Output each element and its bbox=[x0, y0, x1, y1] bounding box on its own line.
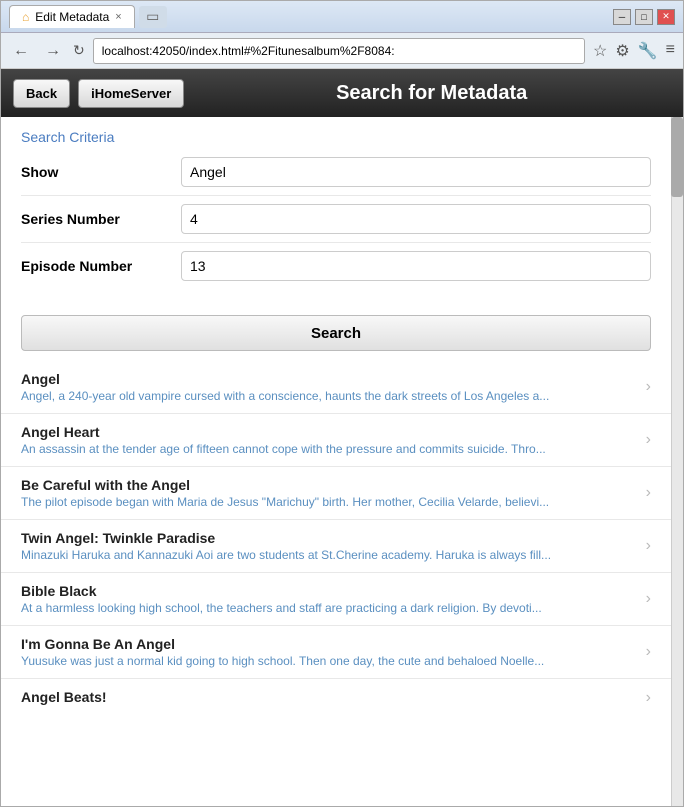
content-area: Search Criteria Show Series Number Episo… bbox=[1, 117, 683, 806]
scrollbar-track bbox=[671, 117, 683, 806]
results-list: Angel Angel, a 240-year old vampire curs… bbox=[1, 361, 671, 717]
result-description: At a harmless looking high school, the t… bbox=[21, 601, 638, 615]
new-tab-icon: ▭ bbox=[146, 8, 159, 25]
result-description: Yuusuke was just a normal kid going to h… bbox=[21, 654, 638, 668]
show-input[interactable] bbox=[181, 157, 651, 187]
result-content: Angel Heart An assassin at the tender ag… bbox=[21, 424, 638, 456]
result-description: Angel, a 240-year old vampire cursed wit… bbox=[21, 389, 638, 403]
result-title: Angel bbox=[21, 371, 638, 387]
result-description: An assassin at the tender age of fifteen… bbox=[21, 442, 638, 456]
browser-toolbar-icons: ☆ ⚙ 🔧 ≡ bbox=[593, 41, 675, 61]
result-content: Be Careful with the Angel The pilot epis… bbox=[21, 477, 638, 509]
app-header: Back iHomeServer Search for Metadata bbox=[1, 69, 683, 117]
episode-number-field-row: Episode Number bbox=[21, 251, 651, 289]
search-criteria-section: Search Criteria Show Series Number Episo… bbox=[1, 117, 671, 305]
page-title: Search for Metadata bbox=[192, 82, 671, 105]
tab-title: Edit Metadata bbox=[35, 10, 109, 24]
forward-nav-button[interactable]: → bbox=[41, 40, 65, 62]
extensions-icon[interactable]: 🔧 bbox=[638, 41, 658, 61]
chevron-right-icon: › bbox=[646, 484, 651, 502]
result-description: Minazuki Haruka and Kannazuki Aoi are tw… bbox=[21, 548, 638, 562]
result-description: The pilot episode began with Maria de Je… bbox=[21, 495, 638, 509]
result-item-be-careful[interactable]: Be Careful with the Angel The pilot epis… bbox=[1, 467, 671, 520]
series-number-label: Series Number bbox=[21, 211, 181, 227]
result-content: Bible Black At a harmless looking high s… bbox=[21, 583, 638, 615]
window-controls: ─ □ ✕ bbox=[613, 9, 675, 25]
result-content: Angel Beats! bbox=[21, 689, 638, 707]
ihomeserver-button[interactable]: iHomeServer bbox=[78, 79, 184, 108]
show-label: Show bbox=[21, 164, 181, 180]
search-button-container: Search bbox=[1, 305, 671, 361]
series-number-field-row: Series Number bbox=[21, 204, 651, 243]
result-title: Be Careful with the Angel bbox=[21, 477, 638, 493]
menu-icon[interactable]: ≡ bbox=[666, 41, 675, 61]
minimize-button[interactable]: ─ bbox=[613, 9, 631, 25]
result-item-angel-beats[interactable]: Angel Beats! › bbox=[1, 679, 671, 717]
search-criteria-title: Search Criteria bbox=[21, 129, 651, 145]
chevron-right-icon: › bbox=[646, 643, 651, 661]
tab-icon: ⌂ bbox=[22, 10, 29, 24]
result-title: Twin Angel: Twinkle Paradise bbox=[21, 530, 638, 546]
show-field-row: Show bbox=[21, 157, 651, 196]
tab-area: ⌂ Edit Metadata × ▭ bbox=[9, 5, 613, 28]
browser-window: ⌂ Edit Metadata × ▭ ─ □ ✕ ← → ↻ ☆ ⚙ 🔧 ≡ … bbox=[0, 0, 684, 807]
chevron-right-icon: › bbox=[646, 378, 651, 396]
result-item-gonna-be-angel[interactable]: I'm Gonna Be An Angel Yuusuke was just a… bbox=[1, 626, 671, 679]
episode-number-input[interactable] bbox=[181, 251, 651, 281]
result-content: Angel Angel, a 240-year old vampire curs… bbox=[21, 371, 638, 403]
back-nav-button[interactable]: ← bbox=[9, 40, 33, 62]
result-title: Angel Heart bbox=[21, 424, 638, 440]
scrollbar-thumb[interactable] bbox=[671, 117, 683, 197]
browser-tab[interactable]: ⌂ Edit Metadata × bbox=[9, 5, 135, 28]
series-number-input[interactable] bbox=[181, 204, 651, 234]
url-bar[interactable] bbox=[93, 38, 585, 64]
maximize-button[interactable]: □ bbox=[635, 9, 653, 25]
tab-close-button[interactable]: × bbox=[115, 11, 121, 23]
title-bar: ⌂ Edit Metadata × ▭ ─ □ ✕ bbox=[1, 1, 683, 33]
result-title: Bible Black bbox=[21, 583, 638, 599]
result-content: Twin Angel: Twinkle Paradise Minazuki Ha… bbox=[21, 530, 638, 562]
new-tab-button[interactable]: ▭ bbox=[139, 6, 167, 28]
episode-number-label: Episode Number bbox=[21, 258, 181, 274]
chevron-right-icon: › bbox=[646, 590, 651, 608]
search-button[interactable]: Search bbox=[21, 315, 651, 351]
result-item-angel[interactable]: Angel Angel, a 240-year old vampire curs… bbox=[1, 361, 671, 414]
bookmark-icon[interactable]: ☆ bbox=[593, 41, 607, 61]
chevron-right-icon: › bbox=[646, 537, 651, 555]
reload-button[interactable]: ↻ bbox=[73, 42, 85, 59]
close-button[interactable]: ✕ bbox=[657, 9, 675, 25]
back-button[interactable]: Back bbox=[13, 79, 70, 108]
result-item-angel-heart[interactable]: Angel Heart An assassin at the tender ag… bbox=[1, 414, 671, 467]
address-bar: ← → ↻ ☆ ⚙ 🔧 ≡ bbox=[1, 33, 683, 69]
result-content: I'm Gonna Be An Angel Yuusuke was just a… bbox=[21, 636, 638, 668]
result-title: Angel Beats! bbox=[21, 689, 638, 705]
result-item-twin-angel[interactable]: Twin Angel: Twinkle Paradise Minazuki Ha… bbox=[1, 520, 671, 573]
result-title: I'm Gonna Be An Angel bbox=[21, 636, 638, 652]
settings-icon[interactable]: ⚙ bbox=[615, 41, 629, 61]
chevron-right-icon: › bbox=[646, 431, 651, 449]
result-item-bible-black[interactable]: Bible Black At a harmless looking high s… bbox=[1, 573, 671, 626]
chevron-right-icon: › bbox=[646, 689, 651, 707]
